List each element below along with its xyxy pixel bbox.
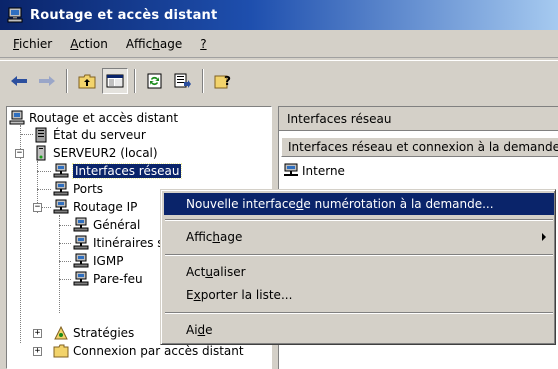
menu-separator bbox=[165, 254, 553, 256]
refresh-button[interactable] bbox=[142, 68, 168, 94]
routing-node-icon bbox=[73, 253, 89, 268]
tree-connector bbox=[21, 134, 33, 135]
tree-item-interfaces[interactable]: Interfaces réseau bbox=[53, 162, 183, 180]
menu-item-help[interactable]: Ai d e bbox=[164, 319, 554, 341]
routing-node-icon bbox=[73, 271, 89, 286]
toolbar-separator bbox=[134, 68, 136, 93]
expand-toggle[interactable]: + bbox=[33, 347, 42, 356]
tree-connector bbox=[59, 225, 71, 226]
routing-node-icon bbox=[73, 235, 89, 250]
network-interface-icon bbox=[284, 163, 298, 176]
window-title: Routage et accès distant bbox=[30, 7, 218, 23]
menu-item-refresh[interactable]: Act u aliser bbox=[164, 261, 554, 283]
folder-icon bbox=[53, 344, 69, 358]
menu-affichage[interactable]: Affichage bbox=[117, 37, 191, 51]
back-button[interactable] bbox=[6, 68, 32, 94]
up-folder-icon bbox=[78, 74, 96, 88]
help-button[interactable]: ? bbox=[210, 68, 236, 94]
show-hide-tree-button[interactable] bbox=[102, 67, 128, 94]
menu-fichier[interactable]: Fichier bbox=[4, 37, 61, 51]
export-list-icon bbox=[174, 73, 191, 88]
menu-bar: Fichier Action Affichage ? bbox=[0, 30, 558, 58]
menu-help[interactable]: ? bbox=[191, 37, 215, 51]
network-interfaces-icon bbox=[53, 163, 69, 178]
ports-icon bbox=[53, 181, 69, 196]
show-hide-tree-icon bbox=[106, 74, 124, 87]
collapse-toggle[interactable]: − bbox=[33, 203, 42, 212]
policies-icon bbox=[54, 325, 68, 340]
refresh-icon bbox=[147, 73, 162, 88]
tree-item-root[interactable]: Routage et accès distant bbox=[9, 109, 178, 127]
forward-arrow-icon bbox=[39, 75, 55, 86]
title-bar: Routage et accès distant bbox=[0, 0, 558, 30]
toolbar-separator bbox=[66, 68, 68, 93]
tree-connector bbox=[37, 171, 51, 172]
tree-connector bbox=[59, 261, 71, 262]
server-tower-icon bbox=[36, 145, 46, 161]
tree-item-routing-ip[interactable]: Routage IP bbox=[53, 198, 137, 216]
tree-connector bbox=[59, 215, 60, 313]
tree-item-server[interactable]: SERVEUR2 (local) bbox=[33, 144, 158, 162]
column-header-name[interactable]: Interfaces réseau et connexion à la dema… bbox=[281, 137, 558, 157]
collapse-toggle[interactable]: − bbox=[15, 149, 24, 158]
help-icon: ? bbox=[214, 74, 231, 88]
expand-toggle[interactable]: + bbox=[33, 329, 42, 338]
routing-node-icon bbox=[73, 217, 89, 232]
tree-item-server-status[interactable]: État du serveur bbox=[33, 126, 146, 144]
menu-separator bbox=[165, 219, 553, 221]
forward-button[interactable] bbox=[34, 68, 60, 94]
tree-item-general[interactable]: Général bbox=[73, 216, 140, 234]
toolbar: ? bbox=[0, 60, 558, 100]
up-one-level-button[interactable] bbox=[74, 68, 100, 94]
details-header: Interfaces réseau bbox=[279, 107, 558, 131]
menu-action[interactable]: Action bbox=[61, 37, 117, 51]
menu-item-export-list[interactable]: Ex porter la liste... bbox=[164, 284, 554, 306]
menu-separator bbox=[165, 312, 553, 314]
menu-item-affichage[interactable]: Affic h age bbox=[164, 226, 554, 248]
list-item[interactable]: Interne bbox=[283, 162, 345, 180]
svg-text:?: ? bbox=[224, 74, 231, 88]
toolbar-separator bbox=[202, 68, 204, 93]
tree-item-firewall[interactable]: Pare-feu bbox=[73, 270, 143, 288]
tree-connector bbox=[59, 243, 71, 244]
routing-icon bbox=[53, 199, 69, 214]
tree-connector bbox=[59, 279, 71, 280]
tree-item-ports[interactable]: Ports bbox=[53, 180, 103, 198]
server-computer-icon bbox=[7, 7, 23, 23]
context-menu: Nouvelle interface de numérotation à la … bbox=[160, 189, 556, 345]
tree-item-policies[interactable]: Stratégies bbox=[53, 324, 134, 342]
server-status-icon bbox=[35, 127, 47, 143]
menu-item-new-demand-dial-interface[interactable]: Nouvelle interface de numérotation à la … bbox=[164, 193, 554, 215]
server-computer-icon bbox=[9, 110, 25, 125]
back-arrow-icon bbox=[11, 75, 27, 86]
submenu-arrow-icon bbox=[542, 233, 546, 241]
tree-item-igmp[interactable]: IGMP bbox=[73, 252, 123, 270]
tree-connector bbox=[37, 189, 51, 190]
export-list-button[interactable] bbox=[170, 68, 196, 94]
